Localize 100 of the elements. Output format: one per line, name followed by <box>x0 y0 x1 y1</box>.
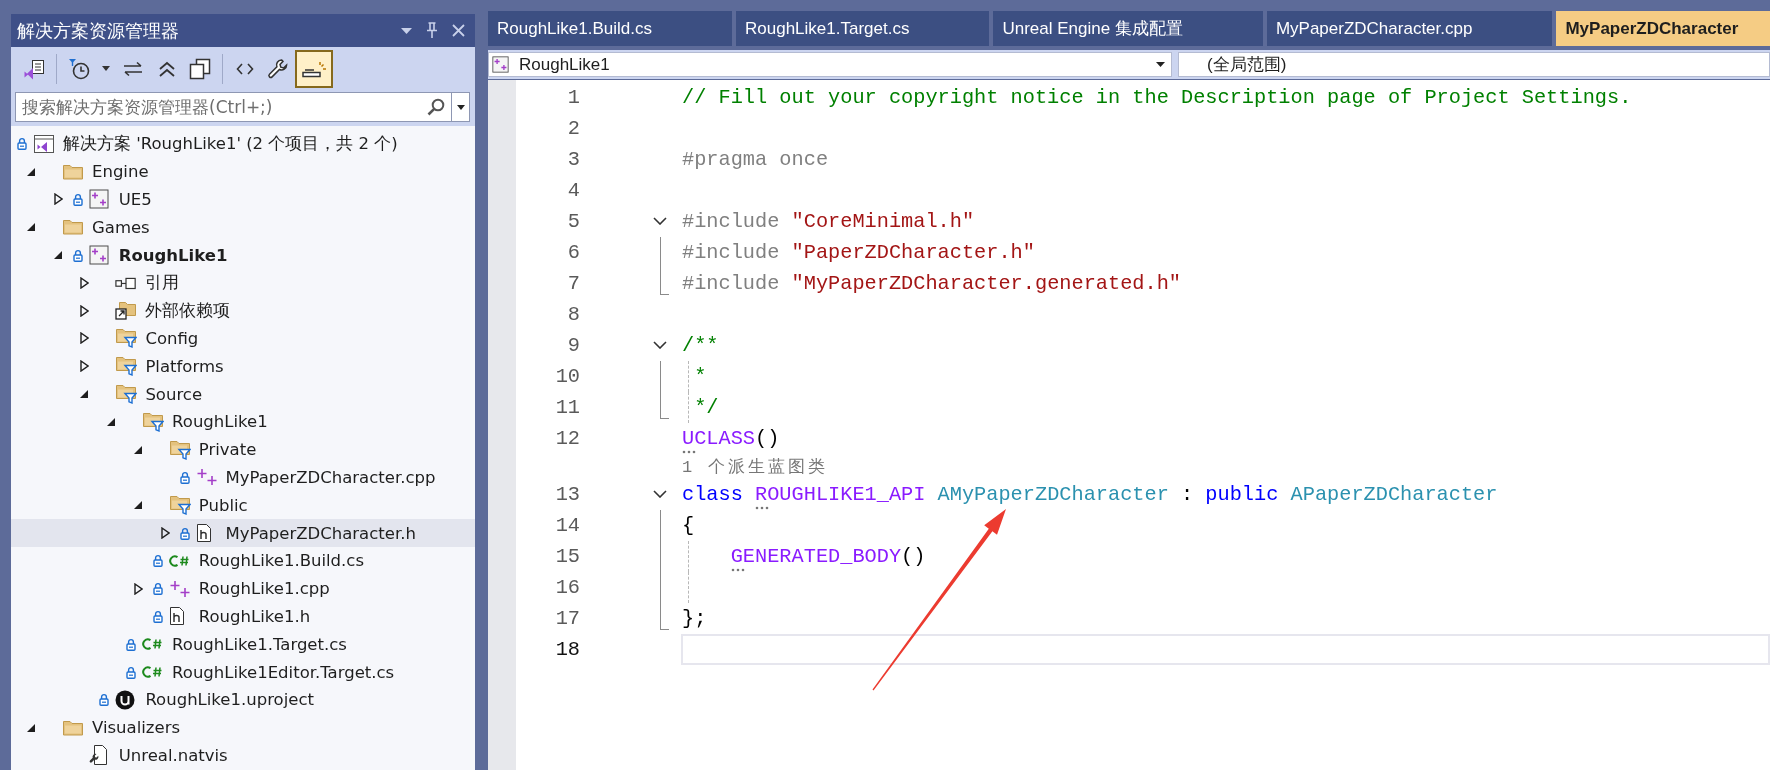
document-tab[interactable]: MyPaperZDCharacter <box>1556 11 1770 46</box>
tree-item[interactable]: Unreal.natvis <box>11 741 475 770</box>
tree-item[interactable]: Games <box>11 213 475 242</box>
line-number: 3 <box>567 147 580 171</box>
overlapping-squares-icon <box>189 57 211 80</box>
tree-item[interactable]: Platforms <box>11 352 475 381</box>
line-number: 4 <box>567 178 580 202</box>
tree-item[interactable]: RoughLike1.h <box>11 602 475 631</box>
collapsed-arrow-icon[interactable] <box>80 304 90 317</box>
tree-item[interactable]: Visualizers <box>11 713 475 742</box>
document-tab[interactable]: RoughLike1.Target.cs <box>736 11 990 46</box>
expanded-arrow-icon[interactable] <box>27 167 35 176</box>
filter-folder-icon <box>115 384 138 405</box>
project-icon <box>88 189 109 210</box>
collapsed-arrow-icon[interactable] <box>53 193 63 206</box>
u-logo-icon <box>115 689 136 710</box>
tree-item[interactable]: RoughLike1 <box>11 407 475 436</box>
line-number: 1 <box>567 85 580 109</box>
line-number: 9 <box>567 333 580 357</box>
line-number: 11 <box>555 395 580 419</box>
tree-item[interactable]: UE5 <box>11 185 475 214</box>
clock-icon <box>68 57 90 80</box>
pin-icon[interactable] <box>426 22 438 39</box>
dropdown-caret-icon[interactable] <box>401 27 412 34</box>
tree-item[interactable]: RoughLike1 <box>11 241 475 269</box>
angle-brackets-icon <box>235 62 254 75</box>
tree-item[interactable]: 解决方案 'RoughLike1' (2 个项目，共 2 个) <box>11 130 475 158</box>
tree-item[interactable]: 引用 <box>11 269 475 297</box>
code-line: #include "MyPaperZDCharacter.generated.h" <box>682 271 1181 295</box>
fold-guide <box>660 236 661 268</box>
caret-icon <box>102 66 110 71</box>
expanded-arrow-icon[interactable] <box>133 501 142 510</box>
folder-icon <box>62 218 84 237</box>
line-number: 8 <box>567 302 580 326</box>
plus-signs-icon <box>195 468 218 487</box>
tree-item[interactable]: MyPaperZDCharacter.cpp <box>11 463 475 492</box>
collapsed-arrow-icon[interactable] <box>80 276 90 289</box>
expanded-arrow-icon[interactable] <box>53 251 62 260</box>
search-icon[interactable] <box>427 98 445 116</box>
code-line: #pragma once <box>682 147 829 171</box>
expanded-arrow-icon[interactable] <box>133 445 142 454</box>
expanded-arrow-icon[interactable] <box>107 417 116 426</box>
wrench-document-icon <box>88 744 109 767</box>
filter-folder-icon <box>142 411 165 432</box>
tree-item[interactable]: 外部依赖项 <box>11 296 475 325</box>
codelens-link[interactable]: 1 个派生蓝图类 <box>682 454 829 478</box>
tree-item[interactable]: Source <box>11 380 475 408</box>
line-number: 16 <box>555 575 580 599</box>
expanded-arrow-icon[interactable] <box>27 723 35 732</box>
tree-item[interactable]: Private <box>11 435 475 464</box>
tree-item[interactable]: MyPaperZDCharacter.h <box>11 519 475 547</box>
suggestion-dots-icon[interactable] <box>730 567 745 572</box>
fold-chevron-icon[interactable] <box>653 490 667 498</box>
tree-item[interactable]: RoughLike1.Build.cs <box>11 546 475 575</box>
suggestion-dots-icon[interactable] <box>755 505 769 510</box>
document-tab[interactable]: Unreal Engine 集成配置 <box>993 11 1263 46</box>
collapsed-arrow-icon[interactable] <box>80 360 90 373</box>
search-field[interactable]: 搜索解决方案资源管理器(Ctrl+;) <box>15 92 470 122</box>
project-dropdown[interactable]: RoughLike1 <box>488 52 1172 77</box>
tree-item[interactable]: Engine <box>11 157 475 186</box>
code-line: /** <box>682 333 719 357</box>
fold-chevron-icon[interactable] <box>653 341 667 349</box>
line-number: 14 <box>555 513 580 537</box>
code-line: #include "CoreMinimal.h" <box>682 209 975 233</box>
document-tab[interactable]: RoughLike1.Build.cs <box>488 11 732 46</box>
swap-arrows-icon <box>122 60 144 77</box>
line-number: 13 <box>555 482 580 506</box>
tree-item[interactable]: Public <box>11 491 475 520</box>
line-number: 12 <box>555 426 580 450</box>
code-line: UCLASS() <box>682 426 780 450</box>
expanded-arrow-icon[interactable] <box>27 223 35 232</box>
expanded-arrow-icon[interactable] <box>80 390 89 399</box>
collapsed-arrow-icon[interactable] <box>160 527 170 540</box>
tree-item[interactable]: RoughLike1.Target.cs <box>11 630 475 659</box>
project-icon <box>88 245 109 266</box>
suggestion-dots-icon[interactable] <box>682 449 696 454</box>
fold-guide-end <box>660 391 669 419</box>
line-number: 2 <box>567 116 580 140</box>
tree-item[interactable]: RoughLike1Editor.Target.cs <box>11 658 475 686</box>
tree-item[interactable]: Config <box>11 324 475 353</box>
code-line: #include "PaperZDCharacter.h" <box>682 240 1035 264</box>
fold-guide-end <box>660 267 669 295</box>
plus-signs-icon <box>168 579 191 598</box>
toolbar-button[interactable] <box>295 49 333 88</box>
tree-item[interactable]: RoughLike1.uproject <box>11 685 475 714</box>
close-icon[interactable] <box>452 24 465 37</box>
csharp-file-icon <box>142 665 164 680</box>
line-number: 5 <box>567 209 580 233</box>
document-tab[interactable]: MyPaperZDCharacter.cpp <box>1266 11 1553 46</box>
filter-folder-icon <box>168 439 191 460</box>
code-line: GENERATED_BODY() <box>729 544 926 568</box>
caret-icon <box>456 104 465 110</box>
tree-item[interactable]: RoughLike1.cpp <box>11 574 475 603</box>
scope-dropdown[interactable]: (全局范围) <box>1178 52 1770 77</box>
collapsed-arrow-icon[interactable] <box>80 332 90 345</box>
filter-folder-icon <box>115 328 138 349</box>
collapsed-arrow-icon[interactable] <box>133 582 143 595</box>
code-line: // Fill out your copyright notice in the Description page of Project Settings. <box>682 85 1632 109</box>
solution-view-icon <box>23 57 45 80</box>
fold-chevron-icon[interactable] <box>653 217 667 225</box>
